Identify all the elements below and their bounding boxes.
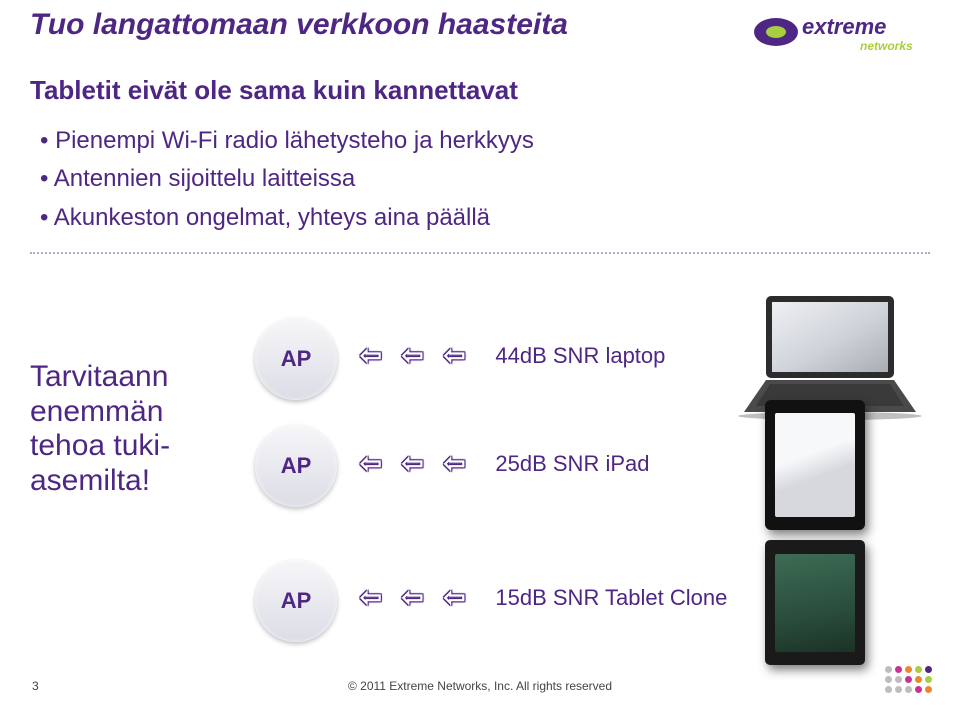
brand-logo: extreme networks (752, 10, 932, 58)
page-title: Tuo langattomaan verkkoon haasteita (30, 8, 568, 42)
left-arrow-icon: ⇦ (402, 448, 424, 479)
ap-node: AP (255, 560, 337, 642)
diagram-area: Tarvitaann enemmän tehoa tuki-asemilta! … (0, 300, 960, 660)
bullet-item: Pienempi Wi-Fi radio lähetysteho ja herk… (40, 122, 534, 160)
left-arrow-icon: ⇦ (444, 448, 466, 479)
left-arrow-icon: ⇦ (360, 340, 382, 371)
snr-label: 15dB SNR Tablet Clone (495, 585, 727, 611)
callout-text: Tarvitaann enemmän tehoa tuki-asemilta! (30, 360, 230, 498)
bullet-item: Antennien sijoittelu laitteissa (40, 160, 534, 198)
signal-row: ⇦ ⇦ ⇦ 25dB SNR iPad (360, 448, 649, 479)
tablet-screen (775, 554, 855, 652)
ap-label: AP (281, 588, 312, 614)
page-number: 3 (32, 679, 39, 693)
ap-node: AP (255, 318, 337, 400)
bullet-list: Pienempi Wi-Fi radio lähetysteho ja herk… (40, 122, 534, 237)
ap-node: AP (255, 425, 337, 507)
left-arrow-icon: ⇦ (402, 582, 424, 613)
section-divider (30, 252, 930, 254)
left-arrow-icon: ⇦ (360, 582, 382, 613)
copyright-text: © 2011 Extreme Networks, Inc. All rights… (348, 679, 612, 693)
ap-label: AP (281, 453, 312, 479)
brand-text-sub: networks (860, 39, 913, 53)
left-arrow-icon: ⇦ (444, 340, 466, 371)
snr-label: 25dB SNR iPad (495, 451, 649, 477)
page-subtitle: Tabletit eivät ole sama kuin kannettavat (30, 75, 518, 106)
left-arrow-icon: ⇦ (360, 448, 382, 479)
snr-label: 44dB SNR laptop (495, 343, 665, 369)
tablet-screen (775, 413, 855, 517)
brand-dots-icon (885, 666, 932, 693)
ipad-illustration (765, 400, 865, 530)
bullet-item: Akunkeston ongelmat, yhteys aina päällä (40, 199, 534, 237)
signal-row: ⇦ ⇦ ⇦ 15dB SNR Tablet Clone (360, 582, 727, 613)
ap-label: AP (281, 346, 312, 372)
brand-text-main: extreme (802, 14, 886, 39)
left-arrow-icon: ⇦ (402, 340, 424, 371)
tablet-clone-illustration (765, 540, 865, 665)
left-arrow-icon: ⇦ (444, 582, 466, 613)
signal-row: ⇦ ⇦ ⇦ 44dB SNR laptop (360, 340, 665, 371)
